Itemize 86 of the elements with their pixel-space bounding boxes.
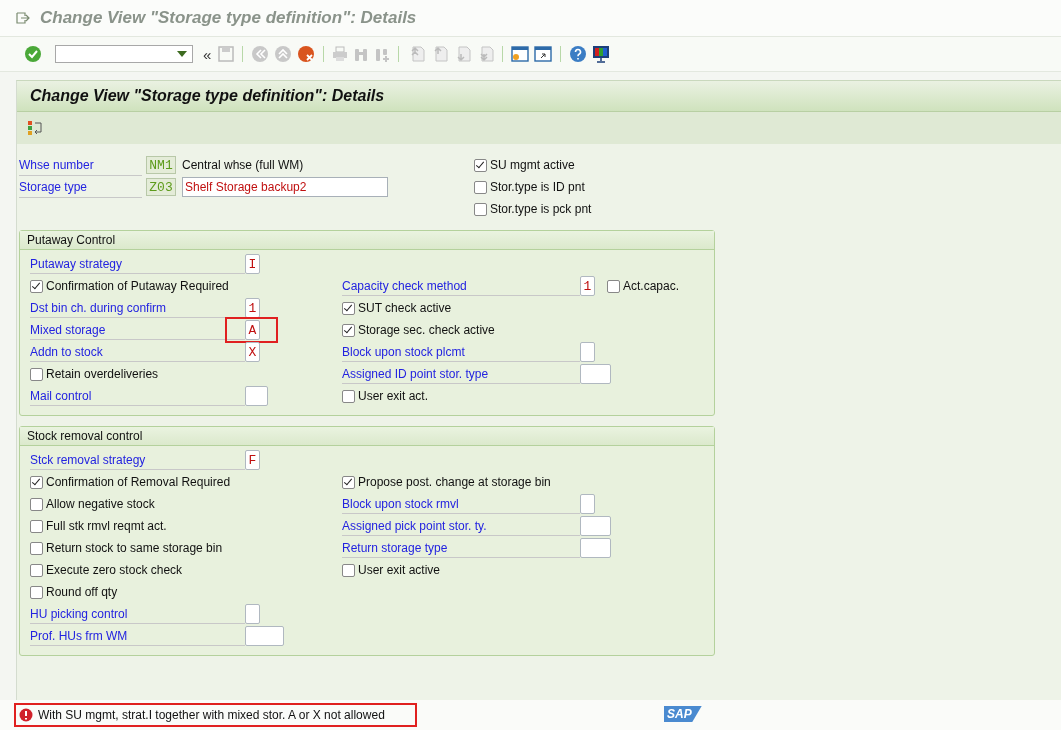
checkbox[interactable] — [607, 279, 620, 293]
field-label[interactable]: Putaway strategy — [30, 254, 245, 274]
checkbox-label: Act.capac. — [623, 279, 680, 293]
checkbox[interactable] — [342, 301, 355, 315]
checkbox-label: Round off qty — [46, 585, 118, 599]
checkbox-label: User exit active — [358, 563, 441, 577]
input-field[interactable] — [580, 516, 611, 536]
input-field[interactable]: 1 — [245, 298, 260, 318]
field-label[interactable]: Block upon stock rmvl — [342, 494, 580, 514]
checkbox-label: SU mgmt active — [490, 158, 575, 172]
field-label[interactable]: Storage type — [19, 176, 142, 198]
input-field[interactable]: A — [245, 320, 260, 340]
checkbox-label: User exit act. — [358, 389, 429, 403]
input-field[interactable] — [245, 604, 260, 624]
checkbox-label: Confirmation of Putaway Required — [46, 279, 229, 293]
checkbox-label: SUT check active — [358, 301, 452, 315]
input-field[interactable] — [245, 626, 284, 646]
checkbox[interactable] — [30, 541, 43, 555]
field-label[interactable]: Assigned ID point stor. type — [342, 364, 580, 384]
error-icon — [19, 708, 33, 722]
caret-icon[interactable] — [177, 51, 187, 57]
field-label[interactable]: Prof. HUs frm WM — [30, 626, 245, 646]
collapse-button[interactable]: « — [203, 45, 212, 63]
checkbox-label: Confirmation of Removal Required — [46, 475, 231, 489]
group-title: Putaway Control — [27, 233, 116, 247]
switch-display-icon[interactable] — [27, 120, 43, 136]
monitor-icon[interactable] — [592, 45, 611, 63]
input-field[interactable] — [580, 364, 611, 384]
description-text: Central whse (full WM) — [182, 158, 304, 172]
checkbox[interactable] — [474, 202, 487, 216]
checkbox-label: Execute zero stock check — [46, 563, 183, 577]
checkbox[interactable] — [342, 323, 355, 337]
checkbox-label: Retain overdeliveries — [46, 367, 159, 381]
shortcut-icon[interactable] — [534, 46, 553, 62]
enter-icon[interactable] — [24, 45, 42, 63]
checkbox[interactable] — [30, 497, 43, 511]
input-field[interactable] — [245, 386, 268, 406]
checkbox[interactable] — [30, 367, 43, 381]
checkbox[interactable] — [30, 279, 43, 293]
exit-menu-icon[interactable] — [16, 12, 30, 24]
command-field[interactable] — [55, 45, 193, 63]
checkbox[interactable] — [30, 563, 43, 577]
new-window-icon[interactable] — [511, 46, 530, 62]
input-field[interactable]: I — [245, 254, 260, 274]
description-field[interactable]: Shelf Storage backup2 — [182, 177, 388, 197]
screen-title: Change View "Storage type definition": Details — [30, 87, 385, 105]
group-title: Stock removal control — [27, 429, 143, 443]
field-label[interactable]: Return storage type — [342, 538, 580, 558]
window-title: Change View "Storage type definition": Details — [40, 8, 417, 28]
checkbox[interactable] — [30, 585, 43, 599]
checkbox[interactable] — [474, 158, 487, 172]
field-label[interactable]: HU picking control — [30, 604, 245, 624]
checkbox-label: Full stk rmvl reqmt act. — [46, 519, 167, 533]
input-field[interactable] — [580, 342, 595, 362]
cancel-icon[interactable] — [297, 45, 316, 63]
field-label[interactable]: Stck removal strategy — [30, 450, 245, 470]
checkbox[interactable] — [342, 475, 355, 489]
input-field[interactable] — [580, 494, 595, 514]
field-label[interactable]: Dst bin ch. during confirm — [30, 298, 245, 318]
field-label[interactable]: Block upon stock plcmt — [342, 342, 580, 362]
checkbox[interactable] — [342, 563, 355, 577]
field-label[interactable]: Assigned pick point stor. ty. — [342, 516, 580, 536]
help-icon[interactable] — [569, 45, 588, 63]
checkbox-label: Stor.type is ID pnt — [490, 180, 585, 194]
input-field[interactable]: F — [245, 450, 260, 470]
field-label[interactable]: Addn to stock — [30, 342, 245, 362]
status-text: With SU mgmt, strat.I together with mixed stor. A or X not allowed — [38, 708, 385, 722]
checkbox[interactable] — [30, 475, 43, 489]
field-label[interactable]: Mail control — [30, 386, 245, 406]
field-label[interactable]: Mixed storage — [30, 320, 245, 340]
key-value: Z03 — [146, 178, 176, 196]
checkbox[interactable] — [474, 180, 487, 194]
checkbox[interactable] — [342, 389, 355, 403]
input-field[interactable] — [580, 538, 611, 558]
input-field[interactable]: 1 — [580, 276, 595, 296]
input-field[interactable]: X — [245, 342, 260, 362]
checkbox-label: Return stock to same storage bin — [46, 541, 223, 555]
logo: SAP — [664, 706, 702, 722]
field-label[interactable]: Capacity check method — [342, 276, 580, 296]
checkbox-label: Propose post. change at storage bin — [358, 475, 551, 489]
checkbox-label: Allow negative stock — [46, 497, 155, 511]
key-value: NM1 — [146, 156, 176, 174]
field-label[interactable]: Whse number — [19, 154, 142, 176]
checkbox-label: Storage sec. check active — [358, 323, 495, 337]
checkbox-label: Stor.type is pck pnt — [490, 202, 592, 216]
checkbox[interactable] — [30, 519, 43, 533]
